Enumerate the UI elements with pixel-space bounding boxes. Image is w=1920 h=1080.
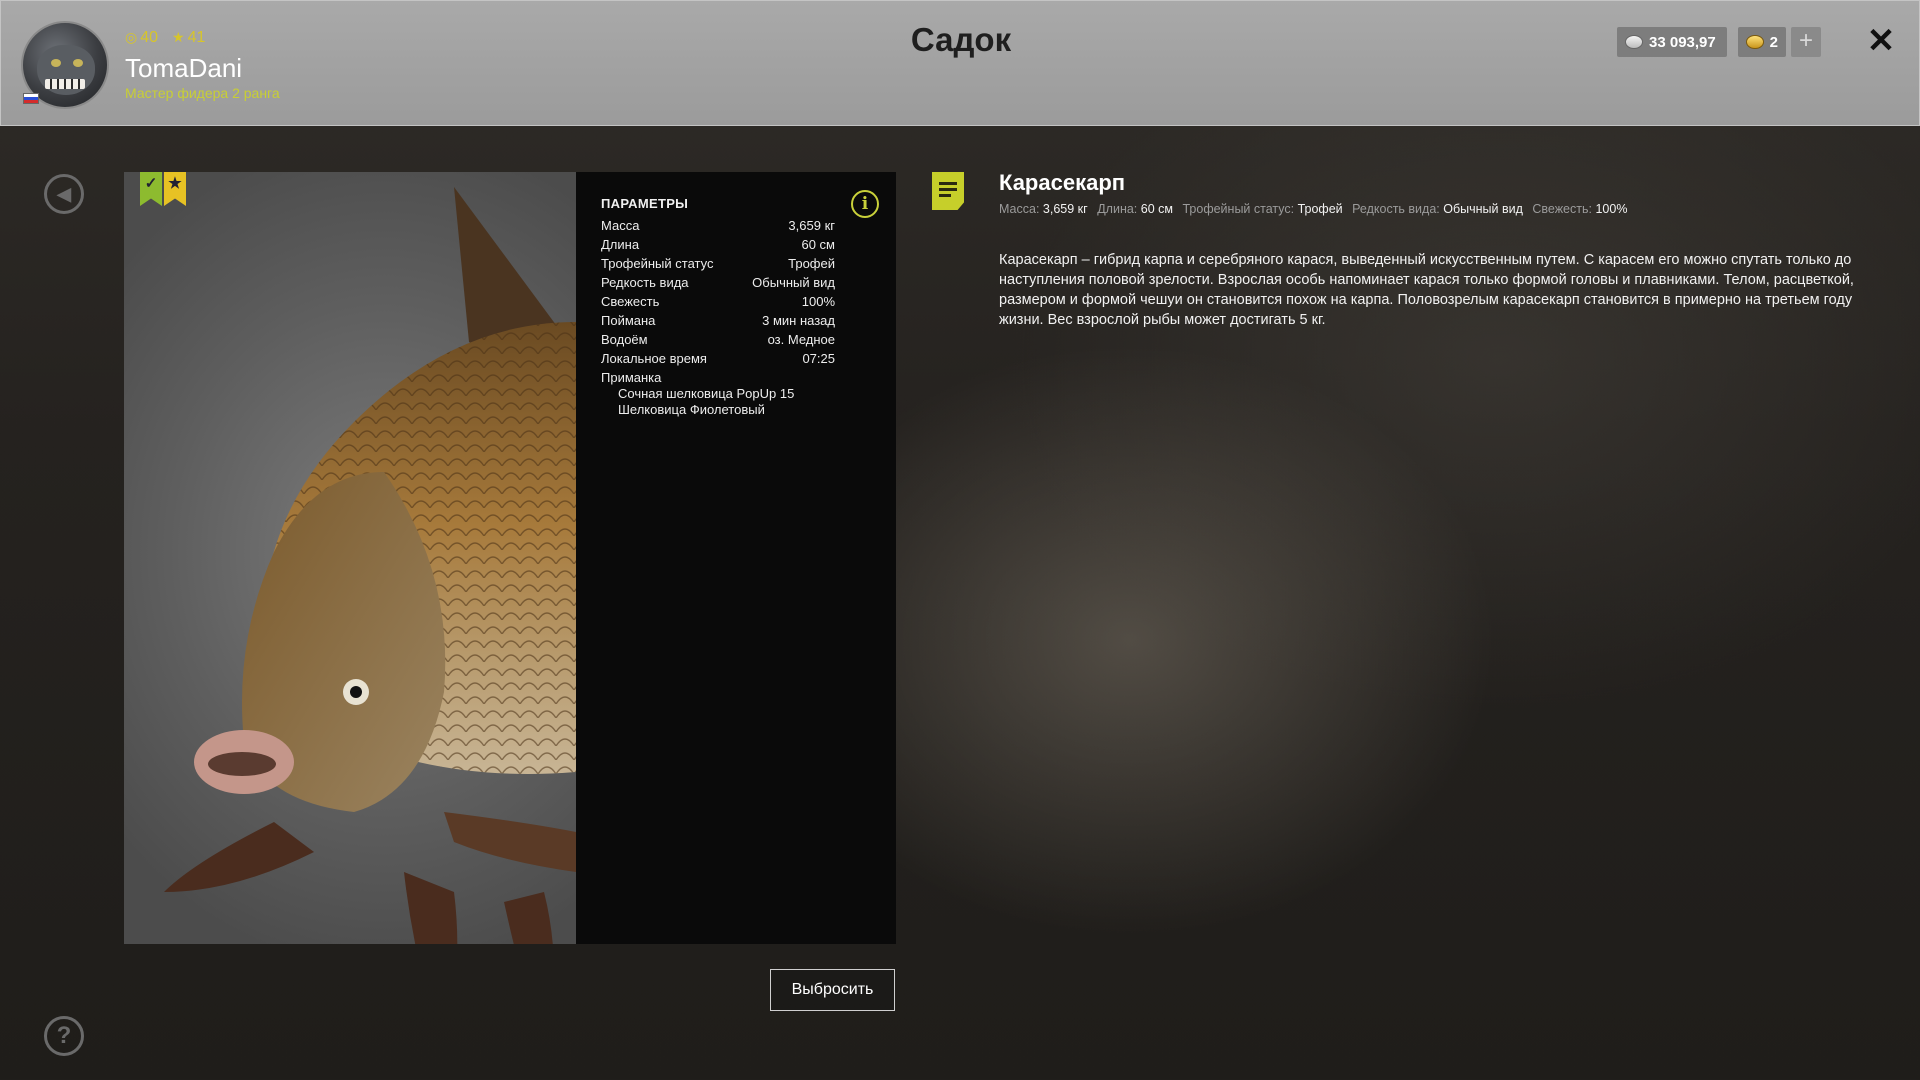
fish-illustration [164,187,576,944]
discard-button[interactable]: Выбросить [770,969,895,1011]
meta-label: Трофейный статус: [1182,202,1295,216]
param-row: Трофейный статус Трофей [601,256,835,271]
param-label: Поймана [601,313,656,328]
param-label: Локальное время [601,351,707,366]
note-icon [932,172,964,210]
meta-value: Трофей [1297,202,1343,216]
bait-item: Шелковица Фиолетовый [618,402,765,417]
meta-label: Свежесть: [1532,202,1592,216]
help-icon[interactable]: ? [44,1016,84,1056]
bait-label: Приманка [601,370,662,385]
back-icon[interactable]: ◀ [44,174,84,214]
fish-description: Карасекарп – гибрид карпа и серебряного … [999,252,1854,328]
meta-value: Обычный вид [1443,202,1523,216]
info-icon[interactable]: i [851,190,879,218]
top-bar: ◎ 40 ★ 41 TomaDani Мастер фидера 2 ранга С… [0,0,1920,126]
param-value: 60 см [801,237,835,252]
close-button[interactable]: ✕ [1865,23,1897,59]
avatar-teeth [45,79,85,89]
param-row: Поймана 3 мин назад [601,313,835,328]
silver-balance: 33 093,97 [1617,27,1727,57]
player-rank: Мастер фидера 2 ранга [125,85,280,101]
avatar-eye-right [73,59,83,67]
param-value: 07:25 [802,351,835,366]
param-value: Обычный вид [752,275,835,290]
meta-value: 60 см [1140,202,1173,216]
meta-value: 3,659 кг [1042,202,1088,216]
gold-balance: 2 [1738,27,1786,57]
param-row: Свежесть 100% [601,294,835,309]
silver-amount: 33 093,97 [1649,33,1716,51]
param-label: Трофейный статус [601,256,714,271]
param-label: Свежесть [601,294,660,309]
param-label: Длина [601,237,640,252]
param-label: Редкость вида [601,275,689,290]
param-row: Масса 3,659 кг [601,218,835,233]
param-value: 3,659 кг [788,218,835,233]
param-label: Масса [601,218,640,233]
param-value: оз. Медное [767,332,835,347]
param-row: Длина 60 см [601,237,835,252]
param-row: Локальное время 07:25 [601,351,835,366]
gold-coin-icon [1746,35,1764,49]
fish-meta: Масса: 3,659 кг Длина: 60 см Трофейный с… [999,202,1633,216]
param-value: 100% [801,294,835,309]
param-value: 3 мин назад [762,313,835,328]
avatar-eye-left [51,59,61,67]
meta-label: Длина: [1097,202,1138,216]
param-row: Водоём оз. Медное [601,332,835,347]
russia-flag-icon [23,93,39,104]
param-row: Редкость вида Обычный вид [601,275,835,290]
meta-label: Масса: [999,202,1040,216]
add-currency-button[interactable]: + [1791,27,1821,57]
param-label: Водоём [601,332,648,347]
param-value: Трофей [788,256,835,271]
gold-amount: 2 [1769,33,1778,51]
meta-label: Редкость вида: [1352,202,1440,216]
fish-name: Карасекарп [999,170,1126,195]
parameters-title: ПАРАМЕТРЫ [601,196,689,211]
bait-item: Сочная шелковица PopUp 15 [618,386,795,401]
parameters-panel: ПАРАМЕТРЫ i Масса 3,659 кг Длина 60 см Т… [576,172,896,944]
meta-value: 100% [1595,202,1628,216]
silver-coin-icon [1625,35,1643,49]
fish-image-panel: ✓ ★ [124,172,576,944]
